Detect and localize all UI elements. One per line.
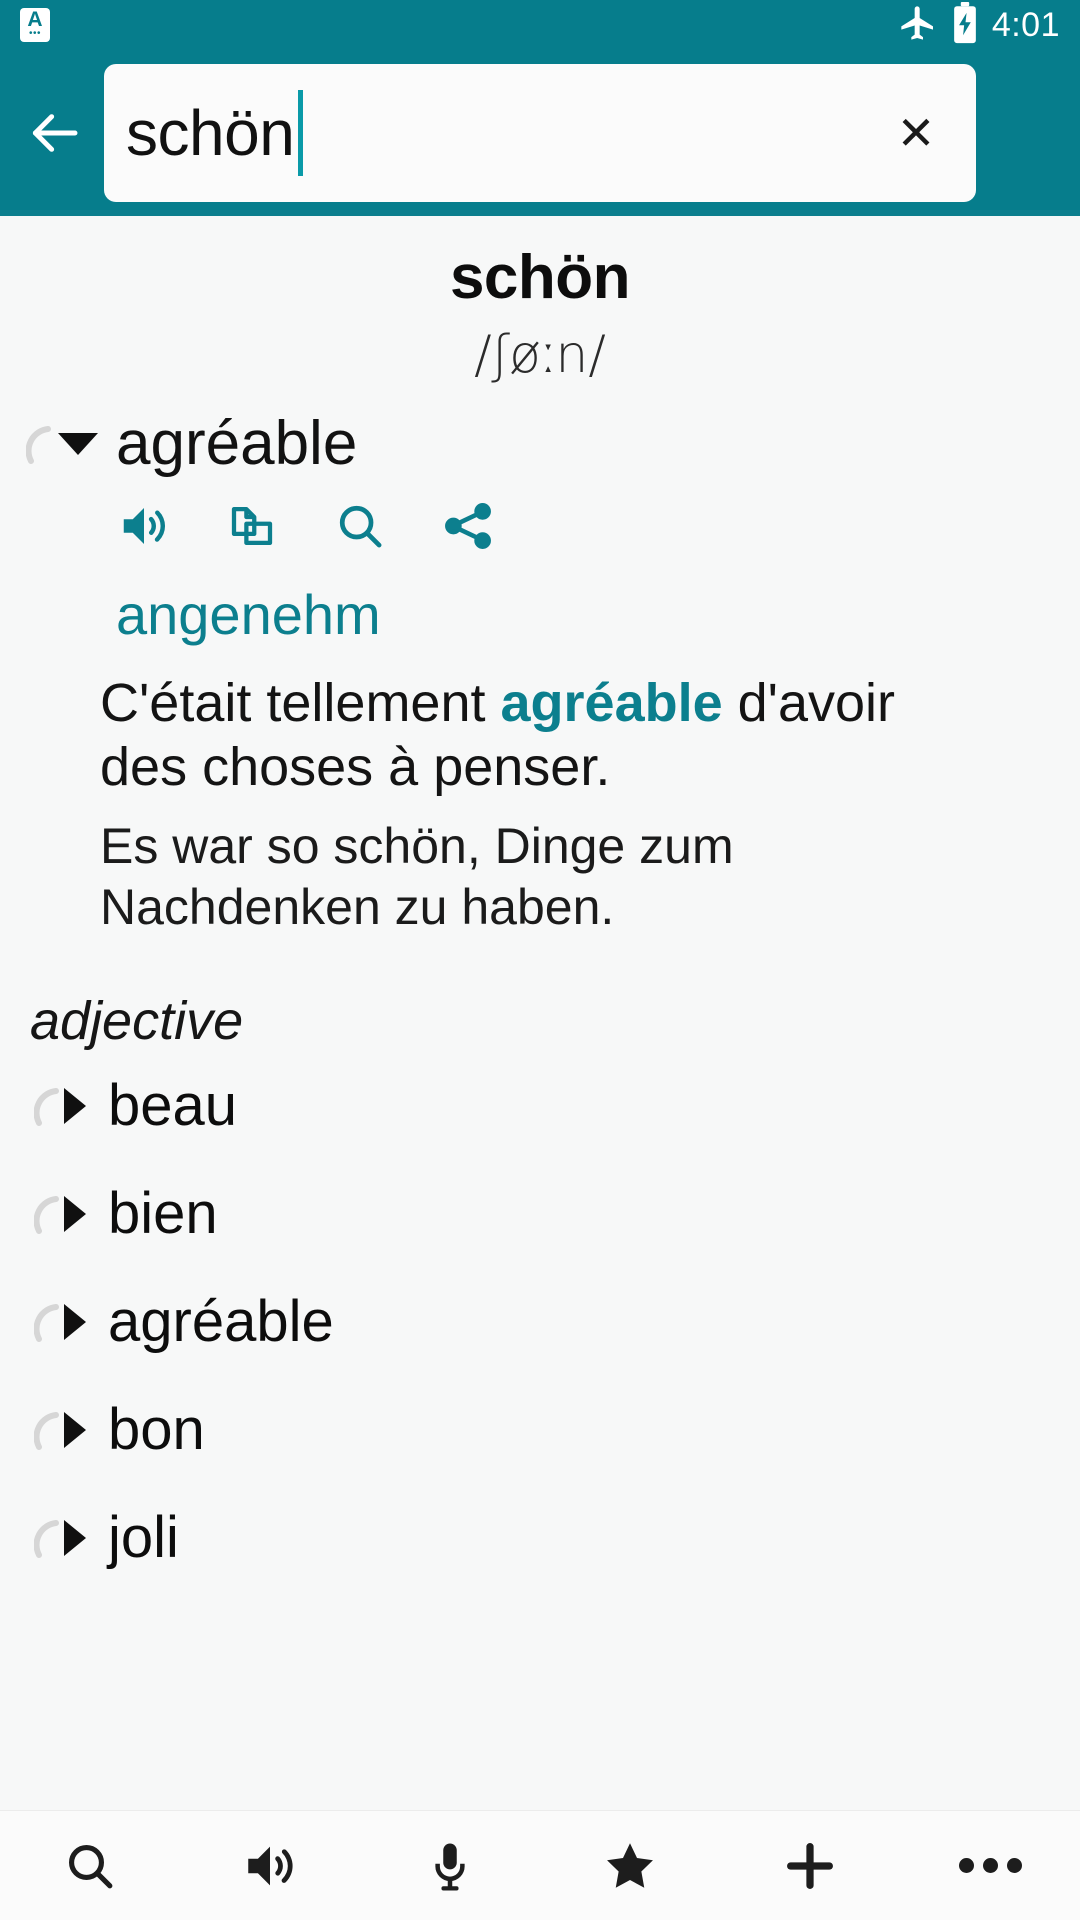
more-icon[interactable]	[930, 1816, 1050, 1916]
plus-icon[interactable]	[750, 1816, 870, 1916]
status-clock: 4:01	[991, 5, 1060, 44]
more-dots	[958, 1858, 1022, 1873]
phonetic-transcription: /ʃøːn/	[474, 325, 606, 385]
page-title: schön	[449, 243, 631, 312]
term-label: bien	[108, 1180, 218, 1246]
chevron-right-icon[interactable]	[64, 1411, 86, 1448]
progress-arc-icon	[34, 1301, 60, 1343]
chevron-right-icon[interactable]	[64, 1195, 86, 1232]
example-source-pre: C'était tellement	[100, 673, 501, 734]
list-item[interactable]: bon	[0, 1376, 1080, 1484]
progress-arc-icon	[26, 423, 52, 465]
chevron-right-icon[interactable]	[64, 1087, 86, 1124]
list-item[interactable]: beau	[0, 1052, 1080, 1160]
term-label: bon	[108, 1396, 205, 1462]
list-item[interactable]: agréable	[0, 1268, 1080, 1376]
term-label: agréable	[108, 1288, 334, 1354]
status-bar-left: A •••	[20, 8, 50, 42]
term-label: joli	[108, 1504, 179, 1570]
search-icon[interactable]	[332, 498, 388, 554]
text-caret	[298, 90, 304, 176]
term-list: beau bien agréable bon joli	[0, 1052, 1080, 1592]
battery-charging-icon	[952, 1, 978, 49]
list-item[interactable]: bien	[0, 1160, 1080, 1268]
list-item[interactable]: joli	[0, 1484, 1080, 1592]
term-label: beau	[108, 1072, 238, 1138]
bottom-toolbar	[0, 1810, 1080, 1920]
speak-icon[interactable]	[116, 498, 172, 554]
back-arrow-icon[interactable]	[14, 93, 94, 173]
clear-search-button[interactable]: ✕	[856, 64, 976, 202]
progress-arc-icon	[34, 1193, 60, 1235]
app-bar: schön ✕	[0, 50, 1080, 215]
copy-icon[interactable]	[224, 498, 280, 554]
sense-header-row[interactable]: agréable	[0, 411, 1080, 476]
search-input[interactable]: schön	[104, 64, 856, 202]
progress-arc-icon	[34, 1409, 60, 1451]
star-icon[interactable]	[570, 1816, 690, 1916]
progress-arc-icon	[34, 1517, 60, 1559]
airplane-mode-icon	[898, 3, 938, 48]
app-screen: A ••• 4:01 schön ✕ schön /ʃøːn/ agréable…	[0, 0, 1080, 1920]
app-letter-icon: A •••	[20, 8, 50, 42]
search-input-value: schön	[126, 97, 295, 169]
chevron-right-icon[interactable]	[64, 1519, 86, 1556]
app-letter-glyph: A	[27, 8, 43, 31]
example-translation: Es war so schön, Dinge zum Nachdenken zu…	[100, 817, 734, 935]
status-bar-right: 4:01	[898, 1, 1060, 49]
search-field[interactable]: schön ✕	[104, 64, 976, 202]
chevron-right-icon[interactable]	[64, 1303, 86, 1340]
synonym-text[interactable]: angenehm	[0, 582, 1080, 647]
share-icon[interactable]	[440, 498, 496, 554]
status-bar: A ••• 4:01	[0, 0, 1080, 50]
entry-content: schön /ʃøːn/ agréable angenehm C'était t…	[0, 216, 1080, 1836]
microphone-icon[interactable]	[390, 1816, 510, 1916]
sense-action-row	[0, 498, 1080, 554]
example-source-highlight: agréable	[500, 673, 723, 734]
app-letter-dots: •••	[28, 28, 41, 39]
sense-word: agréable	[116, 409, 358, 478]
part-of-speech-label: adjective	[30, 990, 244, 1051]
example-source: C'était tellement agréable d'avoir des c…	[0, 671, 1080, 800]
search-icon[interactable]	[30, 1816, 150, 1916]
progress-arc-icon	[34, 1085, 60, 1127]
chevron-down-icon[interactable]	[58, 432, 98, 455]
speaker-icon[interactable]	[210, 1816, 330, 1916]
